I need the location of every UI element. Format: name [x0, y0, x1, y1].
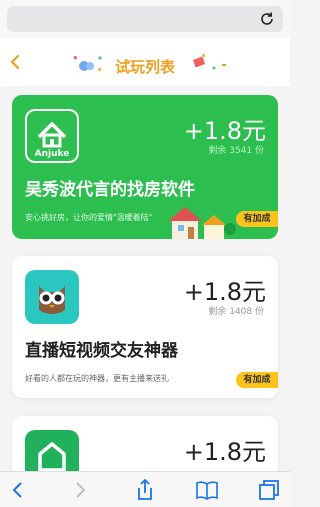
app-name: 吴秀波代言的找房软件: [25, 180, 195, 200]
address-bar[interactable]: [7, 6, 283, 32]
bonus-badge: 有加成: [236, 211, 278, 227]
home-app-icon: [25, 430, 79, 476]
reward-price: +1.8元: [183, 117, 266, 145]
anjuke-app-icon: Anjuke: [25, 109, 79, 163]
owl-icon: [39, 286, 65, 314]
task-card[interactable]: +1.8元 剩余 1408 份 直播短视频交友神器 好看的人都在玩的神器，更有主…: [12, 256, 278, 398]
task-card[interactable]: +1.8元: [12, 416, 278, 476]
browser-top-bar: [0, 0, 290, 38]
forward-icon[interactable]: [68, 478, 92, 502]
reload-icon[interactable]: [259, 11, 275, 27]
app-name: 直播短视频交友神器: [25, 341, 178, 361]
bonus-badge: 有加成: [236, 372, 278, 388]
remaining-count: 剩余 1408 份: [208, 307, 264, 317]
house-illustration-icon: [168, 207, 236, 239]
remaining-count: 剩余 3541 份: [208, 146, 264, 156]
page-title: 试玩列表: [114, 58, 175, 76]
page-header: 试玩列表: [0, 38, 290, 86]
browser-toolbar: [0, 471, 290, 507]
app-icon-label: Anjuke: [34, 149, 70, 159]
app-description: 安心挑好房，让你的爱情"温暖着陆": [25, 213, 153, 222]
app-description: 好看的人都在玩的神器，更有主播来送礼: [25, 374, 169, 383]
owl-app-icon: [25, 270, 79, 324]
home-icon: [38, 442, 66, 472]
back-icon[interactable]: [6, 478, 30, 502]
tabs-icon[interactable]: [257, 478, 281, 502]
bookmarks-icon[interactable]: [195, 478, 219, 502]
confetti-right-icon: [192, 54, 226, 70]
reward-price: +1.8元: [183, 438, 266, 466]
share-icon[interactable]: [133, 478, 157, 502]
task-card[interactable]: Anjuke +1.8元 剩余 3541 份 吴秀波代言的找房软件 安心挑好房，…: [12, 95, 278, 239]
reward-price: +1.8元: [183, 278, 266, 306]
